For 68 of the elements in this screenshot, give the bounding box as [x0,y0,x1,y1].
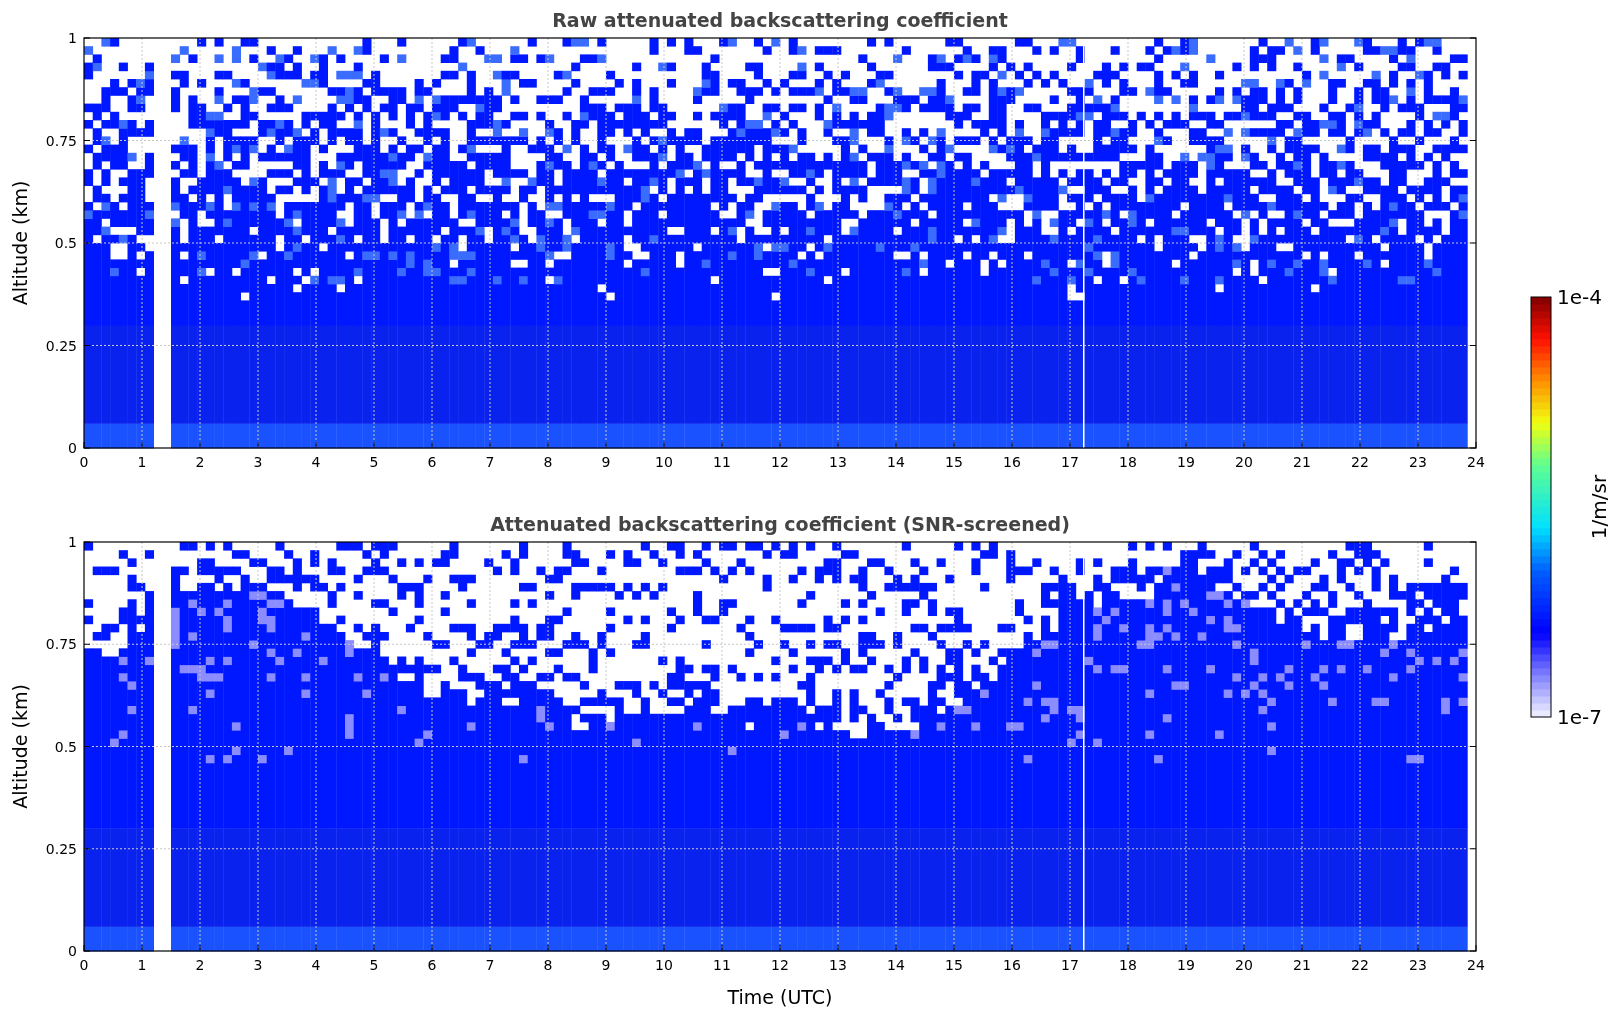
x-tick-label: 20 [1235,957,1253,973]
y-tick-label: 0.75 [45,636,77,653]
x-tick-label: 14 [887,957,905,973]
x-tick-label: 17 [1061,454,1079,470]
x-tick-label: 6 [427,957,437,973]
x-tick-label: 19 [1177,957,1195,973]
x-tick-label: 15 [945,454,963,470]
y-tick-label: 0.5 [54,235,77,251]
x-tick-label: 10 [655,454,673,470]
x-tick-label: 3 [253,957,263,973]
x-tick-label: 20 [1235,454,1253,470]
x-tick-label: 17 [1061,957,1079,973]
x-tick-label: 21 [1293,957,1311,973]
x-tick-label: 11 [713,957,731,973]
colorbar-min-label: 1e-7 [1557,705,1602,729]
x-tick-label: 2 [195,957,205,973]
x-tick-label: 19 [1177,454,1195,470]
plot-title: Attenuated backscattering coefficient (SNR-screened) [490,513,1070,535]
x-tick-label: 5 [369,454,379,470]
x-axis-label: Time (UTC) [727,986,833,1008]
x-tick-label: 23 [1409,454,1427,470]
y-tick-label: 0 [68,440,77,456]
x-tick-label: 2 [195,454,205,470]
x-tick-label: 10 [655,957,673,973]
y-tick-label: 0.25 [45,337,77,354]
x-tick-label: 9 [601,454,611,470]
x-tick-label: 13 [829,454,847,470]
x-tick-label: 18 [1119,454,1137,470]
colorbar-max-label: 1e-4 [1557,285,1602,309]
x-tick-label: 0 [79,957,89,973]
x-tick-label: 5 [369,957,379,973]
x-tick-label: 8 [543,957,553,973]
y-axis-label: Altitude (km) [9,180,31,306]
x-tick-label: 13 [829,957,847,973]
x-tick-label: 24 [1467,957,1485,973]
x-tick-label: 9 [601,957,611,973]
x-tick-label: 1 [137,454,147,470]
x-tick-label: 21 [1293,454,1311,470]
x-tick-label: 22 [1351,454,1369,470]
y-tick-label: 0.75 [45,132,77,149]
x-tick-label: 11 [713,454,731,470]
y-tick-label: 0.5 [54,738,77,755]
x-tick-label: 4 [311,454,321,470]
x-tick-label: 22 [1351,957,1369,973]
x-tick-label: 16 [1003,957,1021,973]
x-tick-label: 6 [427,454,437,470]
x-tick-label: 0 [79,454,89,470]
x-tick-label: 7 [485,454,495,470]
colorbar-label: 1/m/sr [1587,474,1611,540]
y-tick-label: 1 [68,534,77,550]
x-tick-label: 18 [1119,957,1137,973]
x-tick-label: 24 [1467,454,1485,470]
x-tick-label: 3 [253,454,263,470]
y-tick-label: 0.25 [45,840,77,857]
plot-title: Raw attenuated backscattering coefficient [552,9,1008,31]
x-tick-label: 1 [137,957,147,973]
x-tick-label: 4 [311,957,321,973]
y-axis-label: Altitude (km) [9,684,31,809]
x-tick-label: 23 [1409,957,1427,973]
x-tick-label: 15 [945,957,963,973]
x-tick-label: 7 [485,957,495,973]
y-tick-label: 1 [68,30,77,46]
x-tick-label: 12 [771,454,789,470]
x-tick-label: 14 [887,454,905,470]
y-tick-label: 0 [68,943,77,959]
x-tick-label: 8 [543,454,553,470]
x-tick-label: 16 [1003,454,1021,470]
x-tick-label: 12 [771,957,789,973]
